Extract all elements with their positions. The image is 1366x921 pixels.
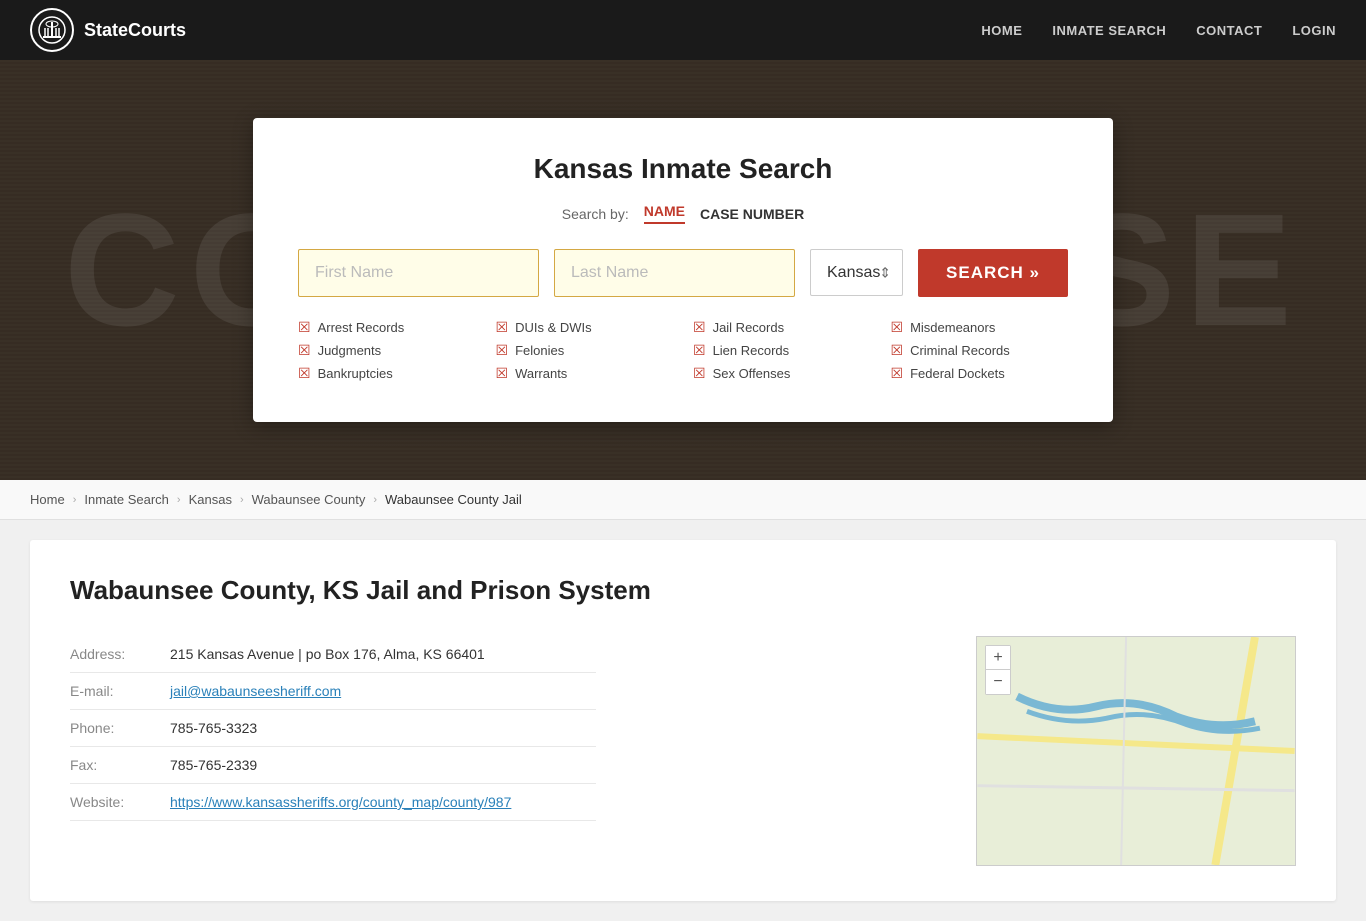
check-icon: ☒ [891, 319, 904, 336]
nav-inmate-search[interactable]: INMATE SEARCH [1052, 23, 1166, 38]
check-icon: ☒ [496, 365, 509, 382]
checklist-item: ☒Federal Dockets [891, 365, 1069, 382]
search-by-row: Search by: NAME CASE NUMBER [298, 203, 1068, 224]
fax-row: Fax: 785-765-2339 [70, 747, 596, 784]
checklist-item: ☒Misdemeanors [891, 319, 1069, 336]
tab-name[interactable]: NAME [644, 203, 685, 224]
search-card-title: Kansas Inmate Search [298, 153, 1068, 185]
breadcrumb-home[interactable]: Home [30, 492, 65, 507]
breadcrumb-sep-1: › [73, 494, 77, 506]
check-icon: ☒ [298, 365, 311, 382]
search-by-label: Search by: [562, 206, 629, 222]
map-controls: + − [985, 645, 1011, 695]
address-label: Address: [70, 636, 170, 673]
last-name-input[interactable] [554, 249, 795, 297]
logo-text: StateCourts [84, 20, 186, 41]
phone-value: 785-765-3323 [170, 710, 596, 747]
check-icon: ☒ [693, 319, 706, 336]
breadcrumb-sep-2: › [177, 494, 181, 506]
logo-icon [30, 8, 74, 52]
search-inputs: Kansas Alabama Alaska Arizona Arkansas C… [298, 249, 1068, 297]
search-card: Kansas Inmate Search Search by: NAME CAS… [253, 118, 1113, 422]
website-row: Website: https://www.kansassheriffs.org/… [70, 784, 596, 821]
check-icon: ☒ [298, 342, 311, 359]
fax-label: Fax: [70, 747, 170, 784]
breadcrumb-inmate-search[interactable]: Inmate Search [84, 492, 169, 507]
logo-area: StateCourts [30, 8, 186, 52]
header: StateCourts HOME INMATE SEARCH CONTACT L… [0, 0, 1366, 60]
breadcrumb-current: Wabaunsee County Jail [385, 492, 522, 507]
checklist-item: ☒Bankruptcies [298, 365, 476, 382]
check-icon: ☒ [693, 365, 706, 382]
state-select[interactable]: Kansas Alabama Alaska Arizona Arkansas C… [810, 249, 903, 296]
check-icon: ☒ [496, 319, 509, 336]
website-value: https://www.kansassheriffs.org/county_ma… [170, 784, 596, 821]
checklist-item: ☒Sex Offenses [693, 365, 871, 382]
check-icon: ☒ [298, 319, 311, 336]
nav-links: HOME INMATE SEARCH CONTACT LOGIN [981, 23, 1336, 38]
checklist-item: ☒Arrest Records [298, 319, 476, 336]
checklist-item: ☒Lien Records [693, 342, 871, 359]
nav-home[interactable]: HOME [981, 23, 1022, 38]
nav-login[interactable]: LOGIN [1292, 23, 1336, 38]
fax-value: 785-765-2339 [170, 747, 596, 784]
breadcrumb-sep-3: › [240, 494, 244, 506]
address-value: 215 Kansas Avenue | po Box 176, Alma, KS… [170, 636, 596, 673]
breadcrumb: Home › Inmate Search › Kansas › Wabaunse… [0, 480, 1366, 520]
info-table: Address: 215 Kansas Avenue | po Box 176,… [70, 636, 596, 821]
hero-background: Kansas Inmate Search Search by: NAME CAS… [0, 60, 1366, 480]
content-card: Wabaunsee County, KS Jail and Prison Sys… [30, 540, 1336, 901]
checklist-item: ☒Warrants [496, 365, 674, 382]
content-layout: Address: 215 Kansas Avenue | po Box 176,… [70, 636, 1296, 866]
email-row: E-mail: jail@wabaunseesheriff.com [70, 673, 596, 710]
email-value: jail@wabaunseesheriff.com [170, 673, 596, 710]
content-left: Address: 215 Kansas Avenue | po Box 176,… [70, 636, 946, 866]
website-label: Website: [70, 784, 170, 821]
first-name-input[interactable] [298, 249, 539, 297]
check-icon: ☒ [693, 342, 706, 359]
phone-label: Phone: [70, 710, 170, 747]
breadcrumb-sep-4: › [373, 494, 377, 506]
tab-case[interactable]: CASE NUMBER [700, 206, 804, 222]
email-link[interactable]: jail@wabaunseesheriff.com [170, 683, 341, 699]
address-row: Address: 215 Kansas Avenue | po Box 176,… [70, 636, 596, 673]
email-label: E-mail: [70, 673, 170, 710]
breadcrumb-wabaunsee[interactable]: Wabaunsee County [252, 492, 366, 507]
check-icon: ☒ [496, 342, 509, 359]
website-link[interactable]: https://www.kansassheriffs.org/county_ma… [170, 794, 511, 810]
main-content: Wabaunsee County, KS Jail and Prison Sys… [0, 520, 1366, 921]
search-button[interactable]: SEARCH » [918, 249, 1068, 297]
map-container: + − [976, 636, 1296, 866]
checklist-item: ☒Felonies [496, 342, 674, 359]
check-icon: ☒ [891, 365, 904, 382]
phone-row: Phone: 785-765-3323 [70, 710, 596, 747]
content-title: Wabaunsee County, KS Jail and Prison Sys… [70, 575, 1296, 606]
check-icon: ☒ [891, 342, 904, 359]
checklist-item: ☒Judgments [298, 342, 476, 359]
state-select-wrapper: Kansas Alabama Alaska Arizona Arkansas C… [810, 249, 903, 297]
nav-contact[interactable]: CONTACT [1196, 23, 1262, 38]
map-zoom-out-button[interactable]: − [986, 670, 1010, 694]
breadcrumb-kansas[interactable]: Kansas [189, 492, 232, 507]
checklist-grid: ☒Arrest Records ☒DUIs & DWIs ☒Jail Records… [298, 319, 1068, 382]
checklist-item: ☒Jail Records [693, 319, 871, 336]
checklist-item: ☒DUIs & DWIs [496, 319, 674, 336]
checklist-item: ☒Criminal Records [891, 342, 1069, 359]
map-zoom-in-button[interactable]: + [986, 646, 1010, 670]
